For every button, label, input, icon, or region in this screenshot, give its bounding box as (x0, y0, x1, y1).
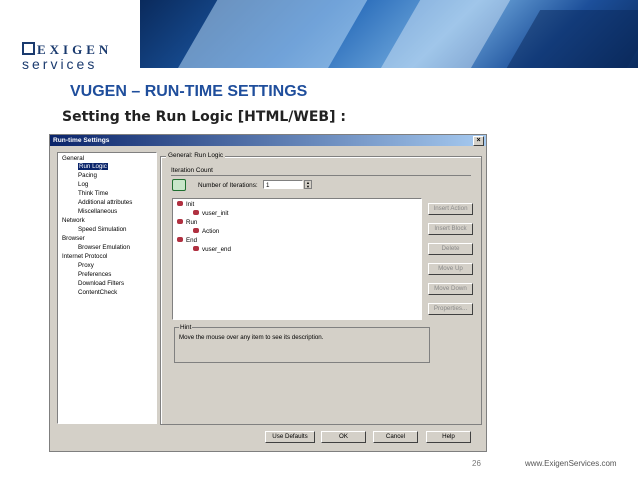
tree-item-contentcheck[interactable]: ContentCheck (78, 289, 117, 296)
tree-item-preferences[interactable]: Preferences (78, 271, 111, 278)
iterations-spinner[interactable]: ▲ ▼ (304, 180, 312, 189)
action-tree-node-end[interactable]: End (177, 237, 197, 244)
tree-item-proxy[interactable]: Proxy (78, 262, 94, 269)
window-title: Run-time Settings (53, 137, 110, 144)
slide-subtitle: Setting the Run Logic [HTML/WEB] : (62, 109, 346, 125)
action-tree-node-init[interactable]: Init (177, 201, 194, 208)
action-tree[interactable]: Init vuser_init Run Action End vuser_end (172, 198, 422, 320)
iteration-loop-icon (172, 179, 186, 191)
tree-item-run-logic[interactable]: Run Logic (78, 163, 108, 170)
cancel-button[interactable]: Cancel (373, 431, 418, 443)
tree-item-browser[interactable]: Browser (62, 235, 85, 242)
iteration-divider (171, 175, 471, 176)
logo-top-text: EXIGEN (37, 42, 113, 57)
footer-website: www.ExigenServices.com (525, 459, 617, 468)
window-titlebar: Run-time Settings × (50, 135, 486, 146)
ok-button[interactable]: OK (321, 431, 366, 443)
iteration-count-label: Iteration Count (171, 167, 213, 174)
use-defaults-button[interactable]: Use Defaults (265, 431, 315, 443)
delete-button[interactable]: Delete (428, 243, 473, 255)
hint-title: Hint (179, 324, 193, 331)
run-time-settings-window: Run-time Settings × General Run Logic Pa… (49, 134, 487, 452)
header-banner-image (140, 0, 638, 68)
insert-action-button[interactable]: Insert Action (428, 203, 473, 215)
move-down-button[interactable]: Move Down (428, 283, 473, 295)
settings-tree[interactable]: General Run Logic Pacing Log Think Time … (57, 152, 157, 424)
tree-item-log[interactable]: Log (78, 181, 88, 188)
slide-title: VUGEN – RUN-TIME SETTINGS (70, 83, 308, 100)
action-tree-node-run[interactable]: Run (177, 219, 197, 226)
tree-item-think-time[interactable]: Think Time (78, 190, 108, 197)
page-number: 26 (472, 459, 481, 468)
iterations-input[interactable]: 1 (263, 180, 303, 189)
action-tree-node-vuser-init[interactable]: vuser_init (193, 210, 228, 217)
action-folder-icon (177, 201, 183, 206)
move-up-button[interactable]: Move Up (428, 263, 473, 275)
group-title: General: Run Logic (166, 152, 226, 159)
action-script-icon (193, 210, 199, 215)
tree-item-browser-emulation[interactable]: Browser Emulation (78, 244, 130, 251)
action-script-icon (193, 246, 199, 251)
hint-box (174, 327, 430, 363)
close-button[interactable]: × (473, 136, 484, 146)
properties-button[interactable]: Properties... (428, 303, 473, 315)
action-script-icon (193, 228, 199, 233)
tree-item-network[interactable]: Network (62, 217, 85, 224)
exigen-logo: EXIGEN services (22, 42, 112, 72)
insert-block-button[interactable]: Insert Block (428, 223, 473, 235)
hint-text: Move the mouse over any item to see its … (179, 334, 324, 341)
tree-item-internet-protocol[interactable]: Internet Protocol (62, 253, 107, 260)
action-folder-icon (177, 237, 183, 242)
tree-item-additional-attributes[interactable]: Additional attributes (78, 199, 132, 206)
help-button[interactable]: Help (426, 431, 471, 443)
logo-bottom-text: services (22, 56, 98, 72)
tree-item-download-filters[interactable]: Download Filters (78, 280, 124, 287)
number-of-iterations-label: Number of Iterations: (198, 182, 258, 189)
tree-item-general[interactable]: General (62, 155, 84, 162)
action-tree-node-vuser-end[interactable]: vuser_end (193, 246, 231, 253)
tree-item-pacing[interactable]: Pacing (78, 172, 97, 179)
tree-item-miscellaneous[interactable]: Miscellaneous (78, 208, 117, 215)
action-folder-icon (177, 219, 183, 224)
action-tree-node-action[interactable]: Action (193, 228, 219, 235)
logo-mark-icon (22, 42, 35, 55)
tree-item-speed-simulation[interactable]: Speed Simulation (78, 226, 127, 233)
